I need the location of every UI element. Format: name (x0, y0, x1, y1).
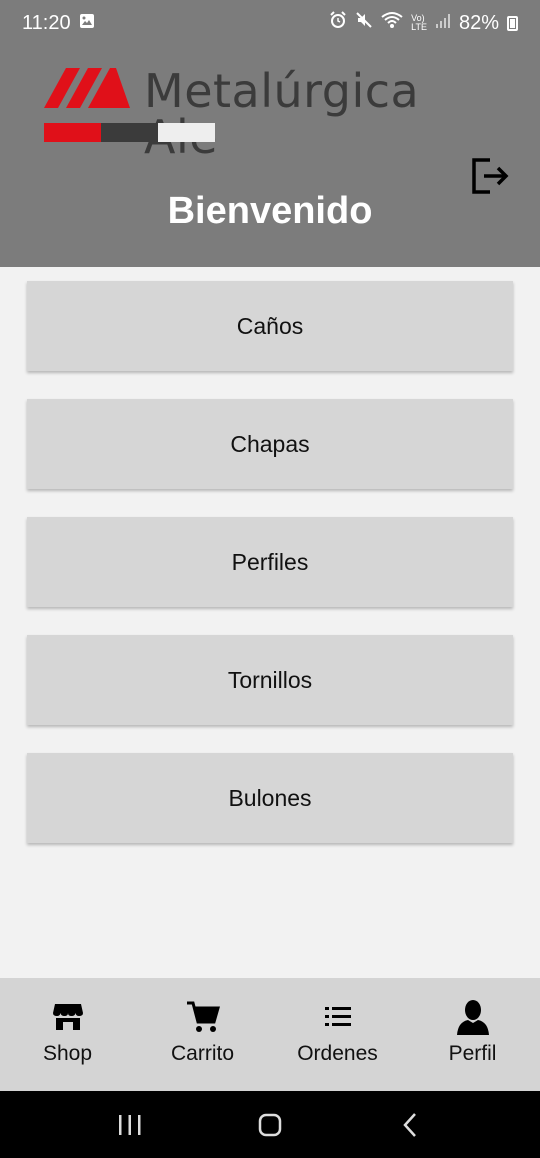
nav-item-carrito[interactable]: Carrito (135, 978, 270, 1091)
logo-stripes (44, 123, 215, 142)
signal-icon (435, 12, 451, 35)
nav-label-perfil: Perfil (448, 1042, 497, 1065)
list-icon (324, 998, 351, 1036)
nav-item-shop[interactable]: Shop (0, 978, 135, 1091)
status-right: Vo) LTE 82% (329, 11, 518, 35)
status-bar: 11:20 Vo) LTE 82% (0, 0, 540, 46)
home-button[interactable] (245, 1105, 295, 1145)
brand-name: Metalúrgica Ale (144, 64, 420, 160)
back-button[interactable] (385, 1105, 435, 1145)
app-header: Metalúrgica Ale Bienvenido (0, 46, 540, 267)
nav-label-carrito: Carrito (170, 1042, 234, 1065)
category-button-tornillos[interactable]: Tornillos (27, 635, 513, 725)
cart-icon (186, 998, 220, 1036)
system-nav-bar (0, 1091, 540, 1158)
nav-item-ordenes[interactable]: Ordenes (270, 978, 405, 1091)
brand-logo: Metalúrgica Ale (44, 68, 504, 160)
nav-label-shop: Shop (42, 1042, 93, 1065)
nav-item-perfil[interactable]: Perfil (405, 978, 540, 1091)
back-icon (403, 1112, 416, 1137)
logo-mark-icon (44, 68, 130, 108)
gallery-notification-icon (79, 12, 95, 35)
alarm-icon (329, 11, 347, 35)
wifi-icon (381, 11, 403, 35)
home-icon (258, 1113, 282, 1136)
recent-apps-button[interactable] (105, 1105, 155, 1145)
stripe-dark (101, 123, 158, 142)
status-time: 11:20 (22, 11, 71, 34)
nav-label-ordenes: Ordenes (297, 1042, 378, 1065)
bottom-nav: Shop Carrito Ordenes Perfil (0, 978, 540, 1091)
stripe-red (44, 123, 101, 142)
battery-icon (507, 15, 518, 31)
recent-apps-icon (119, 1114, 141, 1135)
welcome-title: Bienvenido (167, 190, 373, 232)
category-button-bulones[interactable]: Bulones (27, 753, 513, 843)
mute-icon (355, 11, 373, 35)
stripe-light (158, 123, 215, 142)
category-button-canos[interactable]: Caños (27, 281, 513, 371)
store-icon (52, 998, 84, 1036)
volte-icon: Vo) LTE (411, 13, 427, 32)
category-menu: Caños Chapas Perfiles Tornillos Bulones (27, 281, 513, 871)
person-icon (456, 998, 490, 1036)
battery-text: 82% (458, 11, 499, 34)
category-button-chapas[interactable]: Chapas (27, 399, 513, 489)
status-left: 11:20 (22, 12, 95, 35)
category-button-perfiles[interactable]: Perfiles (27, 517, 513, 607)
